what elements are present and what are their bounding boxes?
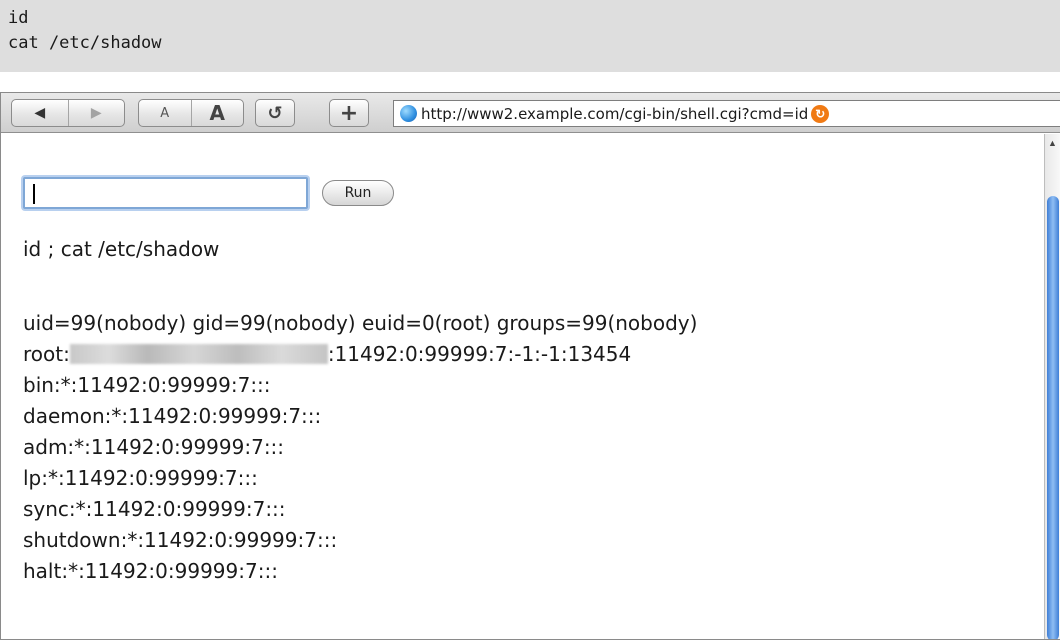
output-line: lp:*:11492:0:99999:7::: — [23, 466, 258, 490]
code-line: cat /etc/shadow — [8, 33, 162, 53]
text-size-group: A A — [138, 99, 244, 127]
browser-toolbar: ◀ ▶ A A ↺ + http://www2.example.com/cgi-… — [1, 93, 1060, 133]
forward-button[interactable]: ▶ — [69, 100, 125, 126]
output-line: adm:*:11492:0:99999:7::: — [23, 435, 285, 459]
output-line: bin:*:11492:0:99999:7::: — [23, 373, 271, 397]
back-button[interactable]: ◀ — [12, 100, 69, 126]
add-bookmark-button[interactable]: + — [329, 99, 369, 127]
back-forward-group: ◀ ▶ — [11, 99, 125, 127]
globe-icon — [400, 105, 417, 122]
redacted-hash — [69, 344, 328, 364]
text-smaller-button[interactable]: A — [139, 100, 192, 126]
output-line: daemon:*:11492:0:99999:7::: — [23, 404, 322, 428]
reload-button[interactable]: ↺ — [255, 99, 295, 127]
command-input[interactable] — [23, 177, 308, 209]
rss-icon[interactable]: ↻ — [811, 104, 830, 123]
output-line: sync:*:11492:0:99999:7::: — [23, 497, 286, 521]
output-line: shutdown:*:11492:0:99999:7::: — [23, 528, 338, 552]
command-echo: id ; cat /etc/shadow — [23, 237, 220, 261]
vertical-scrollbar[interactable]: ▲ — [1044, 134, 1060, 639]
address-bar[interactable]: http://www2.example.com/cgi-bin/shell.cg… — [393, 100, 1060, 127]
page-content: Run id ; cat /etc/shadow uid=99(nobody) … — [1, 134, 1045, 639]
run-button[interactable]: Run — [322, 180, 394, 206]
url-text[interactable]: http://www2.example.com/cgi-bin/shell.cg… — [421, 105, 808, 123]
output-line: uid=99(nobody) gid=99(nobody) euid=0(roo… — [23, 311, 698, 335]
browser-window: ◀ ▶ A A ↺ + http://www2.example.com/cgi-… — [0, 92, 1060, 640]
code-block: id cat /etc/shadow — [0, 0, 1060, 72]
root-prefix: root: — [23, 342, 70, 366]
text-cursor — [33, 184, 35, 204]
command-output: uid=99(nobody) gid=99(nobody) euid=0(roo… — [23, 308, 697, 587]
text-bigger-button[interactable]: A — [192, 100, 244, 126]
output-line: halt:*:11492:0:99999:7::: — [23, 559, 278, 583]
scroll-thumb[interactable] — [1047, 196, 1059, 639]
code-line: id — [8, 8, 29, 28]
scroll-up-arrow-icon[interactable]: ▲ — [1048, 138, 1057, 148]
output-line-root: root: :11492:0:99999:7:-1:-1:13454 — [23, 339, 697, 370]
root-suffix: :11492:0:99999:7:-1:-1:13454 — [327, 342, 632, 366]
